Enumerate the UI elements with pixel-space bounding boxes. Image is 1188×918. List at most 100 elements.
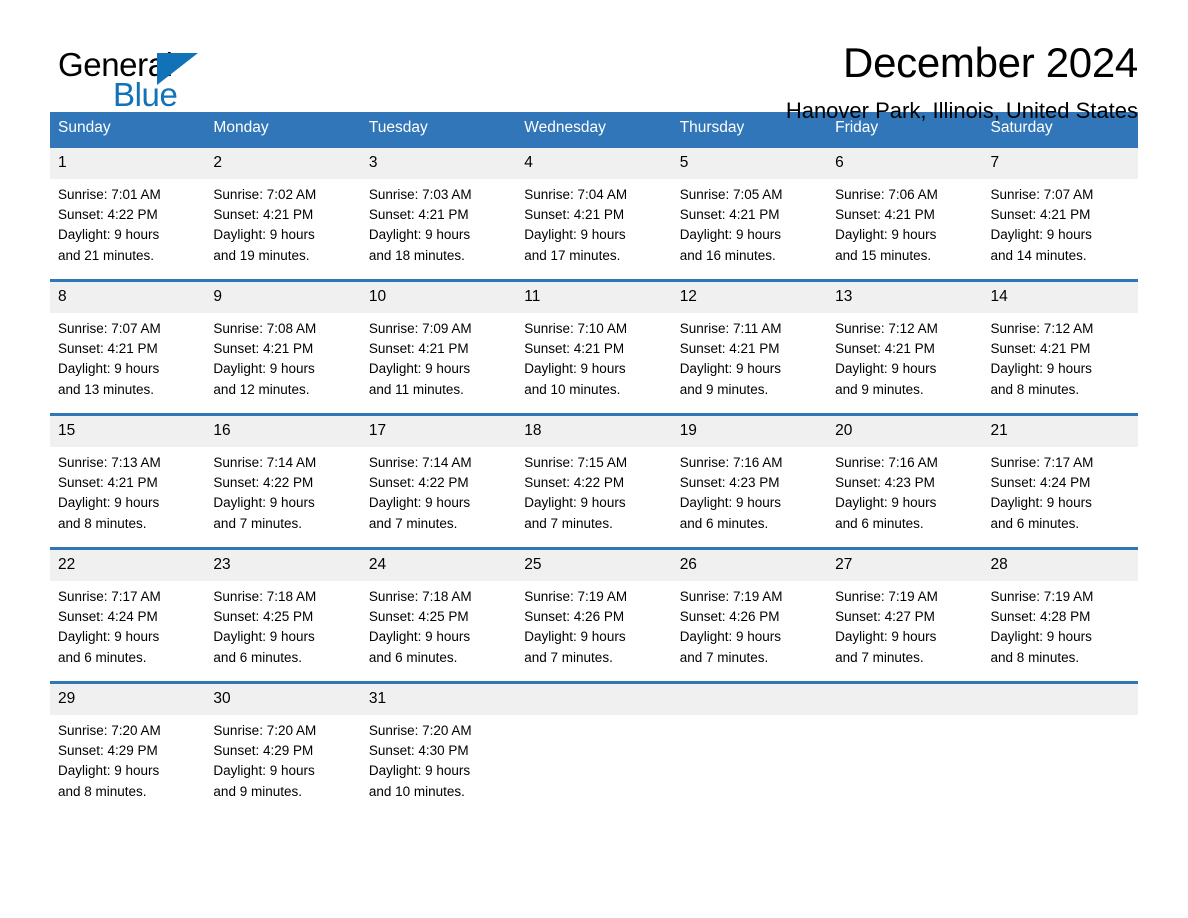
sunrise-text: Sunrise: 7:17 AM: [58, 589, 161, 604]
daylight-text-line2: and 12 minutes.: [213, 381, 310, 397]
title-block: December 2024 Hanover Park, Illinois, Un…: [786, 38, 1138, 124]
calendar-day-cell[interactable]: 19 Sunrise: 7:16 AM Sunset: 4:23 PM Dayligh…: [671, 413, 828, 549]
sunset-text: Sunset: 4:22 PM: [58, 207, 158, 223]
calendar-day-cell[interactable]: 31 Sunrise: 7:20 AM Sunset: 4:30 PM Dayligh…: [360, 681, 517, 817]
day-number: 15: [50, 416, 206, 447]
daylight-text-line2: and 8 minutes.: [990, 381, 1080, 397]
calendar-day-cell[interactable]: 27 Sunrise: 7:19 AM Sunset: 4:27 PM Dayligh…: [827, 547, 983, 683]
day-number: 22: [50, 550, 206, 581]
daylight-text-line2: and 6 minutes.: [679, 515, 769, 531]
calendar-day-cell[interactable]: 12 Sunrise: 7:11 AM Sunset: 4:21 PM Dayligh…: [671, 279, 828, 415]
day-number: 3: [360, 148, 517, 179]
daylight-text-line1: Daylight: 9 hours: [679, 629, 781, 645]
calendar-empty-cell: [982, 681, 1138, 817]
day-details: Sunrise: 7:09 AM Sunset: 4:21 PM Daylight:…: [361, 313, 516, 400]
weekday-header-wednesday: Wednesday: [516, 112, 672, 147]
day-number: [671, 684, 828, 715]
daylight-text-line2: and 7 minutes.: [368, 515, 458, 531]
calendar-day-cell[interactable]: 6 Sunrise: 7:06 AM Sunset: 4:21 PM Daylight…: [827, 145, 983, 281]
calendar-week-row: 15 Sunrise: 7:13 AM Sunset: 4:21 PM Dayligh…: [50, 413, 1138, 549]
page-title: December 2024: [843, 39, 1138, 86]
calendar-day-cell[interactable]: 1 Sunrise: 7:01 AM Sunset: 4:22 PM Daylight…: [50, 145, 206, 281]
calendar-day-cell[interactable]: 15 Sunrise: 7:13 AM Sunset: 4:21 PM Dayligh…: [50, 413, 206, 549]
sunrise-text: Sunrise: 7:15 AM: [524, 455, 628, 470]
day-number: 26: [671, 550, 828, 581]
daylight-text-line2: and 10 minutes.: [368, 783, 465, 799]
calendar-day-cell[interactable]: 16 Sunrise: 7:14 AM Sunset: 4:22 PM Dayligh…: [205, 413, 361, 549]
calendar-day-cell[interactable]: 2 Sunrise: 7:02 AM Sunset: 4:21 PM Daylight…: [205, 145, 361, 281]
day-details: Sunrise: 7:17 AM Sunset: 4:24 PM Daylight:…: [983, 447, 1138, 534]
daylight-text-line1: Daylight: 9 hours: [213, 361, 315, 377]
sunset-text: Sunset: 4:21 PM: [58, 475, 158, 491]
sunrise-text: Sunrise: 7:10 AM: [524, 321, 628, 336]
day-details: Sunrise: 7:13 AM Sunset: 4:21 PM Daylight:…: [50, 447, 205, 534]
day-details: Sunrise: 7:06 AM Sunset: 4:21 PM Daylight:…: [827, 179, 982, 266]
day-number: 14: [982, 282, 1138, 313]
calendar-day-cell[interactable]: 8 Sunrise: 7:07 AM Sunset: 4:21 PM Daylight…: [50, 279, 206, 415]
daylight-text-line1: Daylight: 9 hours: [58, 763, 160, 779]
sunrise-text: Sunrise: 7:16 AM: [835, 455, 938, 470]
daylight-text-line2: and 7 minutes.: [213, 515, 302, 531]
calendar-day-cell[interactable]: 29 Sunrise: 7:20 AM Sunset: 4:29 PM Dayligh…: [50, 681, 206, 817]
daylight-text-line1: Daylight: 9 hours: [835, 361, 937, 377]
day-number: 16: [205, 416, 361, 447]
calendar-day-cell[interactable]: 7 Sunrise: 7:07 AM Sunset: 4:21 PM Daylight…: [982, 145, 1138, 281]
daylight-text-line2: and 7 minutes.: [524, 515, 613, 531]
calendar-day-cell[interactable]: 9 Sunrise: 7:08 AM Sunset: 4:21 PM Daylight…: [205, 279, 361, 415]
calendar-day-cell[interactable]: 26 Sunrise: 7:19 AM Sunset: 4:26 PM Dayligh…: [671, 547, 828, 683]
day-details: Sunrise: 7:17 AM Sunset: 4:24 PM Daylight:…: [50, 581, 205, 668]
calendar-day-cell[interactable]: 21 Sunrise: 7:17 AM Sunset: 4:24 PM Dayligh…: [982, 413, 1138, 549]
calendar-day-cell[interactable]: 5 Sunrise: 7:05 AM Sunset: 4:21 PM Daylight…: [671, 145, 828, 281]
brand-logo[interactable]: General Blue: [58, 46, 218, 113]
daylight-text-line2: and 17 minutes.: [524, 247, 621, 263]
sunrise-text: Sunrise: 7:05 AM: [679, 187, 783, 202]
calendar-day-cell[interactable]: 25 Sunrise: 7:19 AM Sunset: 4:26 PM Dayligh…: [516, 547, 672, 683]
sunset-text: Sunset: 4:21 PM: [990, 341, 1091, 357]
daylight-text-line2: and 19 minutes.: [213, 247, 310, 263]
daylight-text-line2: and 7 minutes.: [524, 649, 613, 665]
calendar-day-cell[interactable]: 4 Sunrise: 7:04 AM Sunset: 4:21 PM Daylight…: [516, 145, 672, 281]
day-details: Sunrise: 7:18 AM Sunset: 4:25 PM Daylight:…: [205, 581, 360, 668]
daylight-text-line1: Daylight: 9 hours: [368, 629, 471, 645]
daylight-text-line2: and 9 minutes.: [213, 783, 302, 799]
daylight-text-line1: Daylight: 9 hours: [524, 629, 626, 645]
sunrise-text: Sunrise: 7:09 AM: [368, 321, 472, 336]
calendar-table: Sunday Monday Tuesday Wednesday Thursday…: [50, 112, 1138, 817]
calendar-week-row: 8 Sunrise: 7:07 AM Sunset: 4:21 PM Daylight…: [50, 279, 1138, 415]
calendar-day-cell[interactable]: 30 Sunrise: 7:20 AM Sunset: 4:29 PM Dayligh…: [205, 681, 361, 817]
calendar-day-cell[interactable]: 13 Sunrise: 7:12 AM Sunset: 4:21 PM Dayligh…: [827, 279, 983, 415]
day-number: 18: [516, 416, 672, 447]
calendar-day-cell[interactable]: 17 Sunrise: 7:14 AM Sunset: 4:22 PM Dayligh…: [360, 413, 517, 549]
day-number: 25: [516, 550, 672, 581]
sunset-text: Sunset: 4:21 PM: [524, 341, 625, 357]
day-number: 30: [205, 684, 361, 715]
calendar-day-cell[interactable]: 18 Sunrise: 7:15 AM Sunset: 4:22 PM Dayligh…: [516, 413, 672, 549]
day-details: Sunrise: 7:03 AM Sunset: 4:21 PM Daylight:…: [361, 179, 516, 266]
day-number: 4: [516, 148, 672, 179]
sunset-text: Sunset: 4:21 PM: [368, 341, 469, 357]
calendar-day-cell[interactable]: 14 Sunrise: 7:12 AM Sunset: 4:21 PM Dayligh…: [982, 279, 1138, 415]
sunset-text: Sunset: 4:25 PM: [368, 609, 469, 625]
calendar-day-cell[interactable]: 20 Sunrise: 7:16 AM Sunset: 4:23 PM Dayligh…: [827, 413, 983, 549]
calendar-day-cell[interactable]: 24 Sunrise: 7:18 AM Sunset: 4:25 PM Dayligh…: [360, 547, 517, 683]
sunset-text: Sunset: 4:27 PM: [835, 609, 935, 625]
day-details: Sunrise: 7:19 AM Sunset: 4:27 PM Daylight:…: [827, 581, 982, 668]
daylight-text-line2: and 7 minutes.: [835, 649, 924, 665]
daylight-text-line2: and 14 minutes.: [990, 247, 1087, 263]
calendar-week-row: 1 Sunrise: 7:01 AM Sunset: 4:22 PM Daylight…: [50, 145, 1138, 281]
daylight-text-line2: and 16 minutes.: [679, 247, 776, 263]
calendar-day-cell[interactable]: 11 Sunrise: 7:10 AM Sunset: 4:21 PM Dayligh…: [516, 279, 672, 415]
sunrise-text: Sunrise: 7:08 AM: [213, 321, 317, 336]
calendar-day-cell[interactable]: 10 Sunrise: 7:09 AM Sunset: 4:21 PM Dayligh…: [360, 279, 517, 415]
calendar-day-cell[interactable]: 22 Sunrise: 7:17 AM Sunset: 4:24 PM Dayligh…: [50, 547, 206, 683]
sunset-text: Sunset: 4:26 PM: [524, 609, 625, 625]
calendar-day-cell[interactable]: 28 Sunrise: 7:19 AM Sunset: 4:28 PM Dayligh…: [982, 547, 1138, 683]
day-number: 11: [516, 282, 672, 313]
calendar-day-cell[interactable]: 3 Sunrise: 7:03 AM Sunset: 4:21 PM Daylight…: [360, 145, 517, 281]
day-details: Sunrise: 7:12 AM Sunset: 4:21 PM Daylight:…: [827, 313, 982, 400]
daylight-text-line1: Daylight: 9 hours: [213, 495, 315, 511]
calendar-day-cell[interactable]: 23 Sunrise: 7:18 AM Sunset: 4:25 PM Dayligh…: [205, 547, 361, 683]
daylight-text-line1: Daylight: 9 hours: [368, 361, 471, 377]
day-details: Sunrise: 7:15 AM Sunset: 4:22 PM Daylight:…: [516, 447, 671, 534]
sunset-text: Sunset: 4:25 PM: [213, 609, 314, 625]
